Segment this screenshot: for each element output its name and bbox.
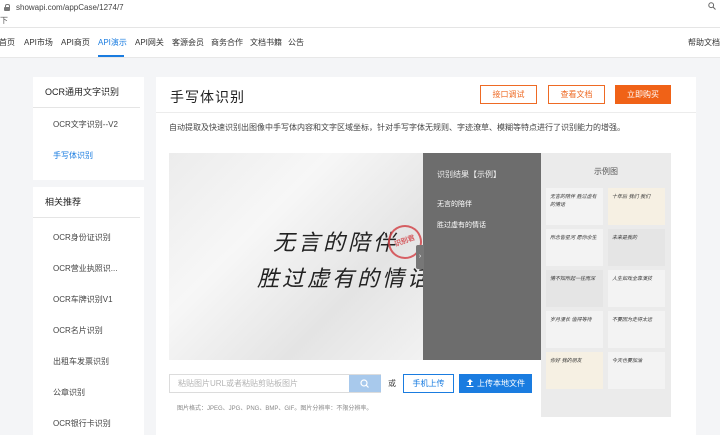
recognition-result-panel: 识别结果【示例】 无言的陪伴 胜过虚有的情话 (423, 153, 541, 360)
sidebar-item-bank-card[interactable]: OCR银行卡识别 (53, 418, 111, 429)
example-thumb-text: 无言的陪伴 胜过虚有的情话 (550, 194, 597, 208)
nav-api-gateway[interactable]: API网关 (135, 28, 164, 58)
local-upload-button[interactable]: 上传本地文件 (459, 374, 532, 393)
sidebar-item-handwriting[interactable]: 手写体识别 (53, 150, 93, 161)
nav-api-market[interactable]: API市场 (24, 28, 53, 58)
upload-icon (466, 379, 474, 387)
or-label: 或 (388, 379, 396, 388)
bookmark-label[interactable]: 下 (0, 16, 8, 25)
browser-toolbar-icons (708, 2, 716, 10)
example-thumb[interactable]: 十年后 我们 我们 (608, 188, 665, 225)
example-thumb[interactable]: 无言的陪伴 胜过虚有的情话 (546, 188, 603, 225)
sidebar-item-id-card[interactable]: OCR身份证识别 (53, 232, 111, 243)
image-url-input[interactable] (170, 375, 340, 392)
example-thumb-text: 未来是我的 (612, 235, 638, 241)
result-heading: 识别结果【示例】 (437, 170, 501, 179)
title-divider (156, 112, 696, 113)
page-description: 自动提取及快速识别出图像中手写体内容和文字区域坐标，针对手写字体无规则、字迹潦草… (169, 123, 625, 132)
example-thumb-text: 你好 我的朋友 (550, 358, 582, 364)
browser-address-bar[interactable]: showapi.com/appCase/1274/7 (0, 0, 720, 14)
lock-icon (4, 3, 10, 11)
example-thumb[interactable]: 不要因为走得太远 (608, 311, 665, 348)
example-thumb[interactable]: 你好 我的朋友 (546, 352, 603, 389)
api-debug-button[interactable]: 接口调试 (480, 85, 537, 104)
collapse-arrow-icon[interactable]: › (416, 245, 424, 269)
example-gallery-label: 示例图 (594, 167, 618, 176)
sidebar-item-business-license[interactable]: OCR营业执照识... (53, 263, 117, 274)
sidebar-item-official-seal[interactable]: 公章识别 (53, 387, 85, 398)
top-nav: 首页 API市场 API商页 API演示 API网关 客源会员 商务合作 文档书… (0, 28, 720, 58)
local-upload-label: 上传本地文件 (477, 379, 525, 388)
image-url-field (169, 374, 381, 393)
nav-home[interactable]: 首页 (0, 28, 15, 58)
example-thumb-text: 情不知所起一往而深 (550, 276, 596, 282)
mobile-upload-button[interactable]: 手机上传 (403, 374, 454, 393)
example-thumb-text: 今天也要加油 (612, 358, 643, 364)
nav-help-docs[interactable]: 帮助文档 (688, 28, 720, 58)
example-thumb[interactable]: 人生如戏全靠演技 (608, 270, 665, 307)
example-thumb[interactable]: 岁月漫长 值得等待 (546, 311, 603, 348)
example-thumb[interactable]: 情不知所起一往而深 (546, 270, 603, 307)
supported-formats-note: 图片格式：JPEG、JPG、PNG、BMP、GIF。图片分辨率：不限分辨率。 (177, 406, 373, 412)
bookmark-bar: 下 (0, 14, 720, 28)
page-title: 手写体识别 (170, 89, 245, 105)
nav-docs-books[interactable]: 文档书籍 (250, 28, 282, 58)
view-docs-button[interactable]: 查看文档 (548, 85, 605, 104)
nav-api-demo[interactable]: API演示 (98, 28, 127, 58)
demo-handwriting-line2: 胜过虚有的情话 (257, 267, 423, 292)
nav-membership[interactable]: 客源会员 (172, 28, 204, 58)
sidebar-item-business-card[interactable]: OCR名片识别 (53, 325, 103, 336)
sidebar-item-license-plate[interactable]: OCR车牌识别V1 (53, 294, 113, 305)
sidebar-category-title: OCR通用文字识别 (33, 77, 140, 108)
example-thumb-text: 岁月漫长 值得等待 (550, 317, 592, 323)
sidebar-item-taxi-invoice[interactable]: 出租车发票识别 (53, 356, 109, 367)
result-line: 胜过虚有的情话 (437, 222, 486, 229)
sidebar-item-ocr-text-v2[interactable]: OCR文字识别--V2 (53, 119, 118, 130)
example-thumb-text: 十年后 我们 我们 (612, 194, 651, 200)
main-panel: 手写体识别 接口调试 查看文档 立即购买 自动提取及快速识别出图像中手写体内容和… (156, 77, 696, 435)
demo-handwriting-line1: 无言的陪伴 (273, 231, 399, 256)
example-gallery: 示例图 无言的陪伴 胜过虚有的情话 十年后 我们 我们 所念皆星河 愿你余生 未… (541, 153, 671, 417)
example-thumb[interactable]: 所念皆星河 愿你余生 (546, 229, 603, 266)
example-thumb-text: 不要因为走得太远 (612, 317, 653, 323)
search-icon (360, 379, 369, 388)
url-text[interactable]: showapi.com/appCase/1274/7 (16, 3, 124, 12)
nav-active-underline (98, 55, 124, 57)
example-thumb-text: 所念皆星河 愿你余生 (550, 235, 597, 241)
nav-announcement[interactable]: 公告 (288, 28, 304, 58)
example-thumb[interactable]: 今天也要加油 (608, 352, 665, 389)
result-line: 无言的陪伴 (437, 201, 472, 208)
sidebar-recommend: 相关推荐 OCR身份证识别 OCR营业执照识... OCR车牌识别V1 OCR名… (33, 187, 144, 435)
nav-business[interactable]: 商务合作 (211, 28, 243, 58)
nav-api-store[interactable]: API商页 (61, 28, 90, 58)
demo-image: 无言的陪伴 胜过虚有的情话 (169, 153, 423, 360)
url-submit-button[interactable] (349, 375, 381, 392)
example-thumb[interactable]: 未来是我的 (608, 229, 665, 266)
example-thumb-text: 人生如戏全靠演技 (612, 276, 653, 282)
buy-now-button[interactable]: 立即购买 (615, 85, 671, 104)
sidebar-category: OCR通用文字识别 OCR文字识别--V2 手写体识别 (33, 77, 144, 180)
sidebar-recommend-title: 相关推荐 (33, 187, 140, 218)
zoom-icon[interactable] (708, 2, 716, 10)
